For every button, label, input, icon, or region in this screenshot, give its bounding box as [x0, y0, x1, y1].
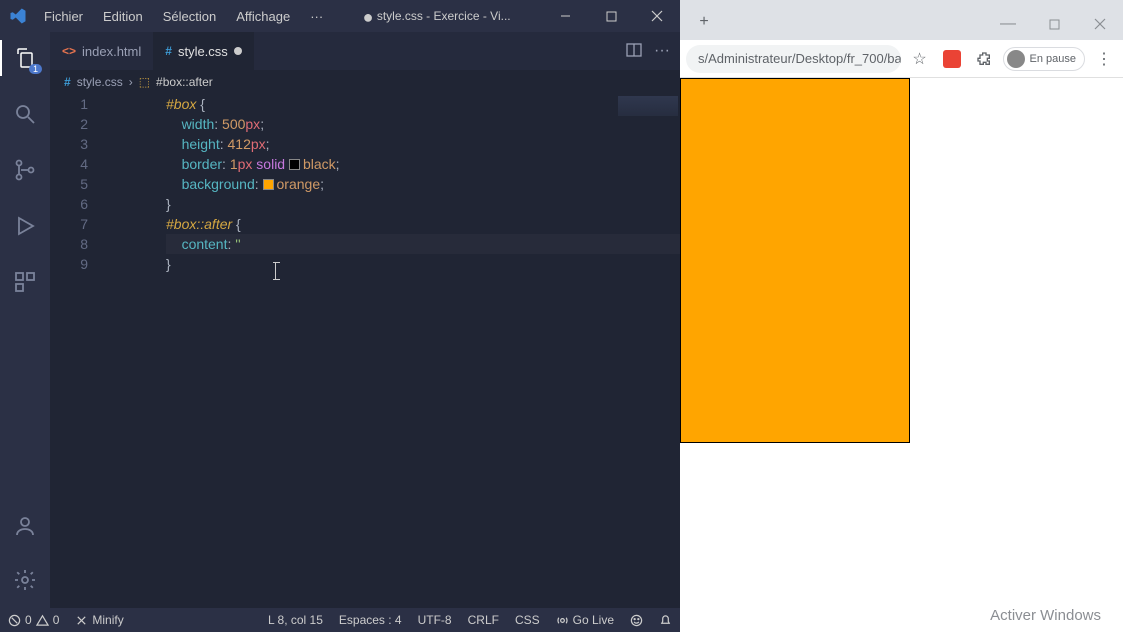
menu-more[interactable]: ···: [302, 5, 331, 28]
status-bar: 0 0 Minify L 8, col 15 Espaces : 4 UTF-8…: [0, 608, 680, 632]
new-tab-button[interactable]: +: [694, 8, 714, 36]
editor-area: <> index.html # style.css ··· # style.css …: [50, 32, 680, 608]
account-icon[interactable]: [0, 508, 50, 544]
activity-bar: 1: [0, 32, 50, 608]
maximize-button[interactable]: [588, 0, 634, 32]
minimize-button[interactable]: —: [985, 8, 1031, 40]
vscode-logo-icon: [0, 7, 36, 25]
code-editor[interactable]: 123456789 #box { width: 500px; height: 4…: [50, 94, 680, 608]
encoding-status[interactable]: UTF-8: [410, 613, 460, 627]
language-status[interactable]: CSS: [507, 613, 548, 627]
extensions-icon[interactable]: [0, 264, 50, 300]
rendered-box: [680, 78, 910, 443]
profile-label: En pause: [1030, 53, 1076, 65]
line-numbers: 123456789: [50, 94, 106, 274]
breadcrumb[interactable]: # style.css › ⬚ #box::after: [50, 70, 680, 94]
run-debug-icon[interactable]: [0, 208, 50, 244]
symbol-icon: ⬚: [139, 75, 150, 89]
problems-status[interactable]: 0 0: [0, 613, 67, 627]
menu-file[interactable]: Fichier: [36, 5, 91, 28]
url-text: s/Administrateur/Desktop/fr_700/backgr…: [698, 51, 901, 66]
code-content: #box { width: 500px; height: 412px; bord…: [106, 94, 680, 274]
window-title: ● style.css - Exercice - Vi...: [331, 9, 542, 23]
address-bar[interactable]: s/Administrateur/Desktop/fr_700/backgr…: [686, 45, 901, 73]
window-title-text: style.css - Exercice - Vi...: [377, 9, 511, 23]
avatar-icon: [1007, 50, 1025, 68]
explorer-icon[interactable]: 1: [0, 40, 50, 76]
unsaved-dot-icon: ●: [363, 7, 374, 27]
titlebar: Fichier Edition Sélection Affichage ··· …: [0, 0, 680, 32]
css-file-icon: #: [165, 44, 172, 58]
window-controls: [542, 0, 680, 32]
source-control-icon[interactable]: [0, 152, 50, 188]
html-file-icon: <>: [62, 44, 76, 58]
split-editor-icon[interactable]: [626, 42, 642, 61]
dirty-indicator-icon: [234, 47, 242, 55]
cursor-position[interactable]: L 8, col 15: [260, 613, 331, 627]
breadcrumb-file: style.css: [77, 75, 123, 89]
page-content: Activer Windows: [680, 78, 1123, 632]
breadcrumb-symbol: #box::after: [156, 75, 213, 89]
vscode-window: Fichier Edition Sélection Affichage ··· …: [0, 0, 680, 632]
extension-icon[interactable]: [939, 46, 965, 72]
menu-bar: Fichier Edition Sélection Affichage ···: [36, 5, 331, 28]
more-actions-icon[interactable]: ···: [654, 42, 670, 60]
windows-watermark: Activer Windows: [990, 607, 1101, 624]
text-cursor-icon: [275, 262, 276, 280]
menu-view[interactable]: Affichage: [228, 5, 298, 28]
chrome-window-controls: —: [985, 8, 1123, 40]
minify-status[interactable]: Minify: [67, 613, 131, 627]
maximize-button[interactable]: [1031, 8, 1077, 40]
minimize-button[interactable]: [542, 0, 588, 32]
close-button[interactable]: [1077, 8, 1123, 40]
chrome-menu-icon[interactable]: ⋮: [1091, 46, 1117, 72]
chrome-window: + — s/Administrateur/Desktop/fr_700/back…: [680, 0, 1123, 632]
go-live-status[interactable]: Go Live: [548, 613, 622, 627]
warning-count: 0: [53, 613, 60, 627]
menu-selection[interactable]: Sélection: [155, 5, 224, 28]
extensions-puzzle-icon[interactable]: [971, 46, 997, 72]
error-count: 0: [25, 613, 32, 627]
tab-style-css[interactable]: # style.css: [153, 32, 254, 70]
feedback-icon[interactable]: [622, 614, 651, 627]
chrome-toolbar: s/Administrateur/Desktop/fr_700/backgr… …: [680, 40, 1123, 78]
chrome-titlebar: + —: [680, 0, 1123, 40]
profile-button[interactable]: En pause: [1003, 47, 1085, 71]
tab-label: style.css: [178, 44, 228, 59]
notifications-icon[interactable]: [651, 614, 680, 627]
eol-status[interactable]: CRLF: [460, 613, 507, 627]
chevron-right-icon: ›: [129, 75, 133, 89]
settings-gear-icon[interactable]: [0, 562, 50, 598]
editor-tabs: <> index.html # style.css ···: [50, 32, 680, 70]
indentation-status[interactable]: Espaces : 4: [331, 613, 410, 627]
css-file-icon: #: [64, 75, 71, 89]
tab-label: index.html: [82, 44, 141, 59]
explorer-badge: 1: [29, 64, 42, 74]
bookmark-star-icon[interactable]: ☆: [907, 46, 933, 72]
search-icon[interactable]: [0, 96, 50, 132]
close-button[interactable]: [634, 0, 680, 32]
menu-edit[interactable]: Edition: [95, 5, 151, 28]
tab-index-html[interactable]: <> index.html: [50, 32, 153, 70]
